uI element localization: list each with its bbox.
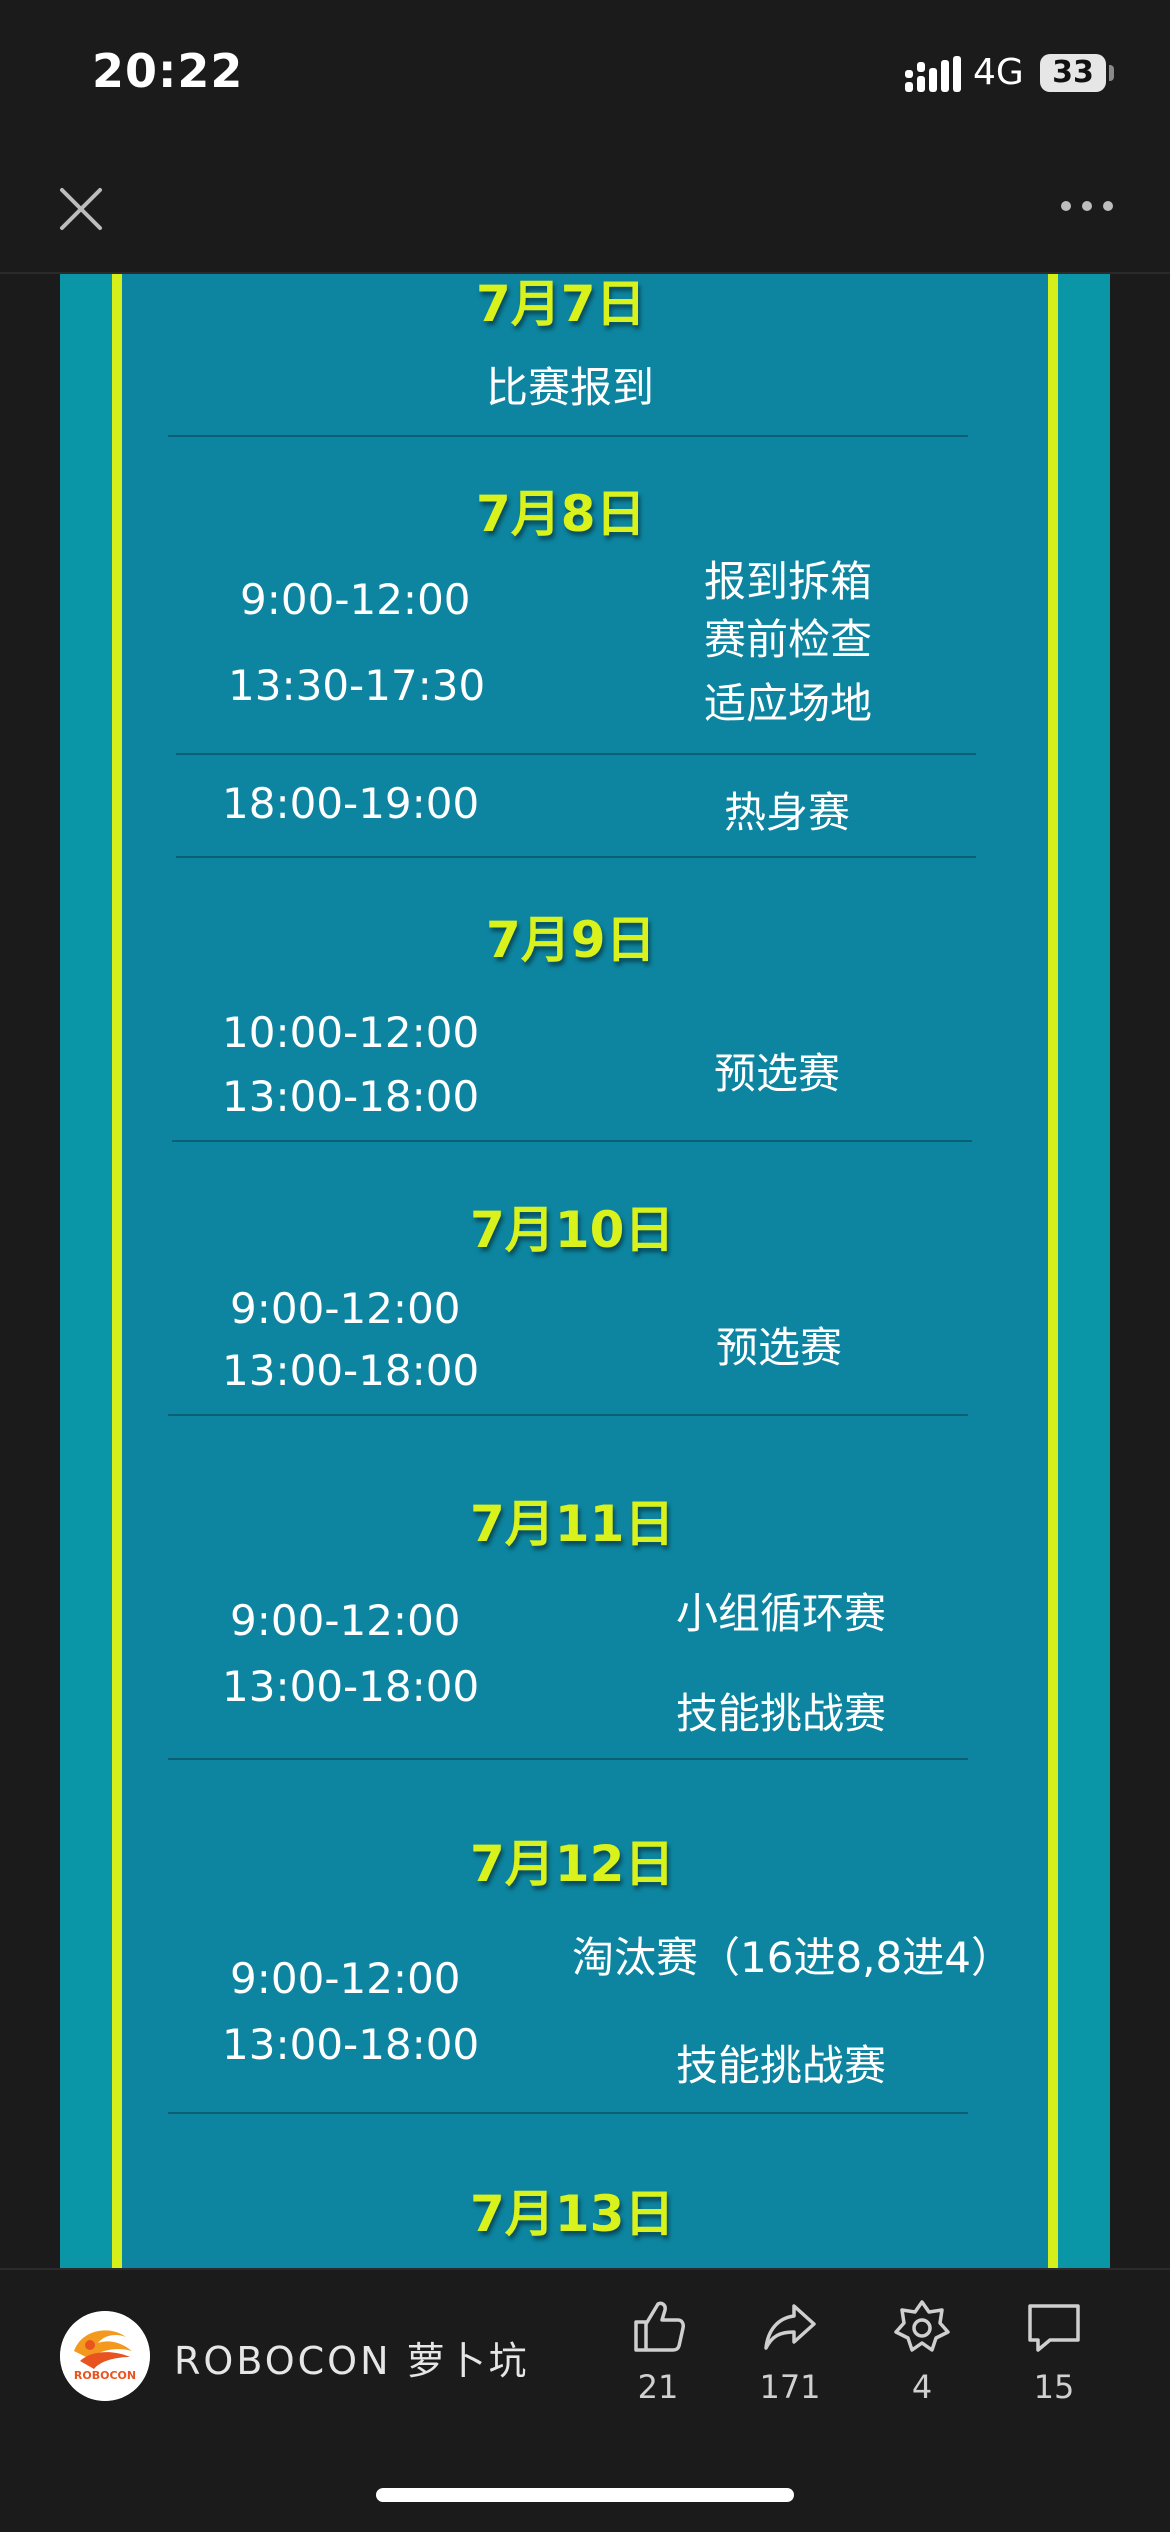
favorite-button[interactable]: 4 xyxy=(862,2296,982,2406)
event-label: 预选赛 xyxy=(716,1323,843,1372)
event-label: 小组循环赛 xyxy=(676,1589,887,1638)
schedule-panel[interactable]: 7月7日 比赛报到 7月8日 9:00-12:00 报到拆箱 赛前检查 13:3… xyxy=(60,274,1110,2268)
favorite-count: 4 xyxy=(911,2368,933,2406)
event-label: 技能挑战赛 xyxy=(676,1689,887,1738)
time-label: 18:00-19:00 xyxy=(222,779,480,828)
favorite-icon xyxy=(894,2300,950,2352)
signal-icon xyxy=(905,56,961,92)
divider xyxy=(168,435,968,437)
date-heading: 7月11日 xyxy=(470,1495,675,1553)
date-heading: 7月7日 xyxy=(476,275,646,333)
bottom-divider xyxy=(0,2268,1170,2270)
divider xyxy=(172,1140,972,1142)
robocon-logo: ROBOCON xyxy=(60,2311,150,2401)
author-name[interactable]: ROBOCON 萝卜坑 xyxy=(174,2330,530,2385)
comment-count: 15 xyxy=(1033,2368,1075,2406)
time-label: 13:30-17:30 xyxy=(228,661,486,710)
event-label: 预选赛 xyxy=(714,1049,841,1098)
comment-icon xyxy=(1028,2304,1080,2352)
time-label: 9:00-12:00 xyxy=(230,1284,461,1333)
home-indicator[interactable] xyxy=(376,2488,794,2502)
date-heading: 7月8日 xyxy=(476,485,646,543)
network-label: 4G xyxy=(973,52,1024,93)
time-label: 13:00-18:00 xyxy=(222,1346,480,1395)
battery-tip xyxy=(1109,65,1114,81)
event-label: 适应场地 xyxy=(704,679,873,728)
divider xyxy=(176,753,976,755)
svg-text:ROBOCON: ROBOCON xyxy=(74,2369,136,2382)
event-label: 技能挑战赛 xyxy=(676,2041,887,2090)
battery-indicator: 33 xyxy=(1040,54,1106,92)
like-count: 21 xyxy=(637,2368,679,2406)
event-label: 淘汰赛（16进8,8进4） xyxy=(572,1933,1013,1982)
time-label: 9:00-12:00 xyxy=(240,575,471,624)
rail-right xyxy=(1048,274,1058,2268)
close-icon[interactable] xyxy=(52,180,110,238)
time-label: 13:00-18:00 xyxy=(222,2020,480,2069)
date-heading: 7月13日 xyxy=(470,2185,675,2243)
event-label: 热身赛 xyxy=(724,788,851,837)
divider xyxy=(168,2112,968,2114)
like-button[interactable]: 21 xyxy=(598,2296,718,2406)
time-label: 9:00-12:00 xyxy=(230,1954,461,2003)
share-count: 171 xyxy=(759,2368,821,2406)
status-time: 20:22 xyxy=(92,44,244,98)
date-heading: 7月10日 xyxy=(470,1201,675,1259)
divider xyxy=(176,856,976,858)
time-label: 9:00-12:00 xyxy=(230,1596,461,1645)
like-icon xyxy=(634,2301,685,2352)
divider xyxy=(168,1414,968,1416)
event-label: 报到拆箱 xyxy=(704,557,873,606)
rail-left xyxy=(112,274,122,2268)
date-heading: 7月12日 xyxy=(470,1835,675,1893)
divider xyxy=(168,1758,968,1760)
share-button[interactable]: 171 xyxy=(730,2296,850,2406)
avatar[interactable]: ROBOCON xyxy=(60,2311,150,2401)
time-label: 13:00-18:00 xyxy=(222,1662,480,1711)
comment-button[interactable]: 15 xyxy=(994,2296,1114,2406)
time-label: 10:00-12:00 xyxy=(222,1008,480,1057)
event-label: 赛前检查 xyxy=(704,615,873,664)
date-heading: 7月9日 xyxy=(486,911,656,969)
more-icon[interactable] xyxy=(1058,186,1116,226)
share-icon xyxy=(764,2304,816,2350)
event-label: 比赛报到 xyxy=(486,363,655,412)
time-label: 13:00-18:00 xyxy=(222,1072,480,1121)
